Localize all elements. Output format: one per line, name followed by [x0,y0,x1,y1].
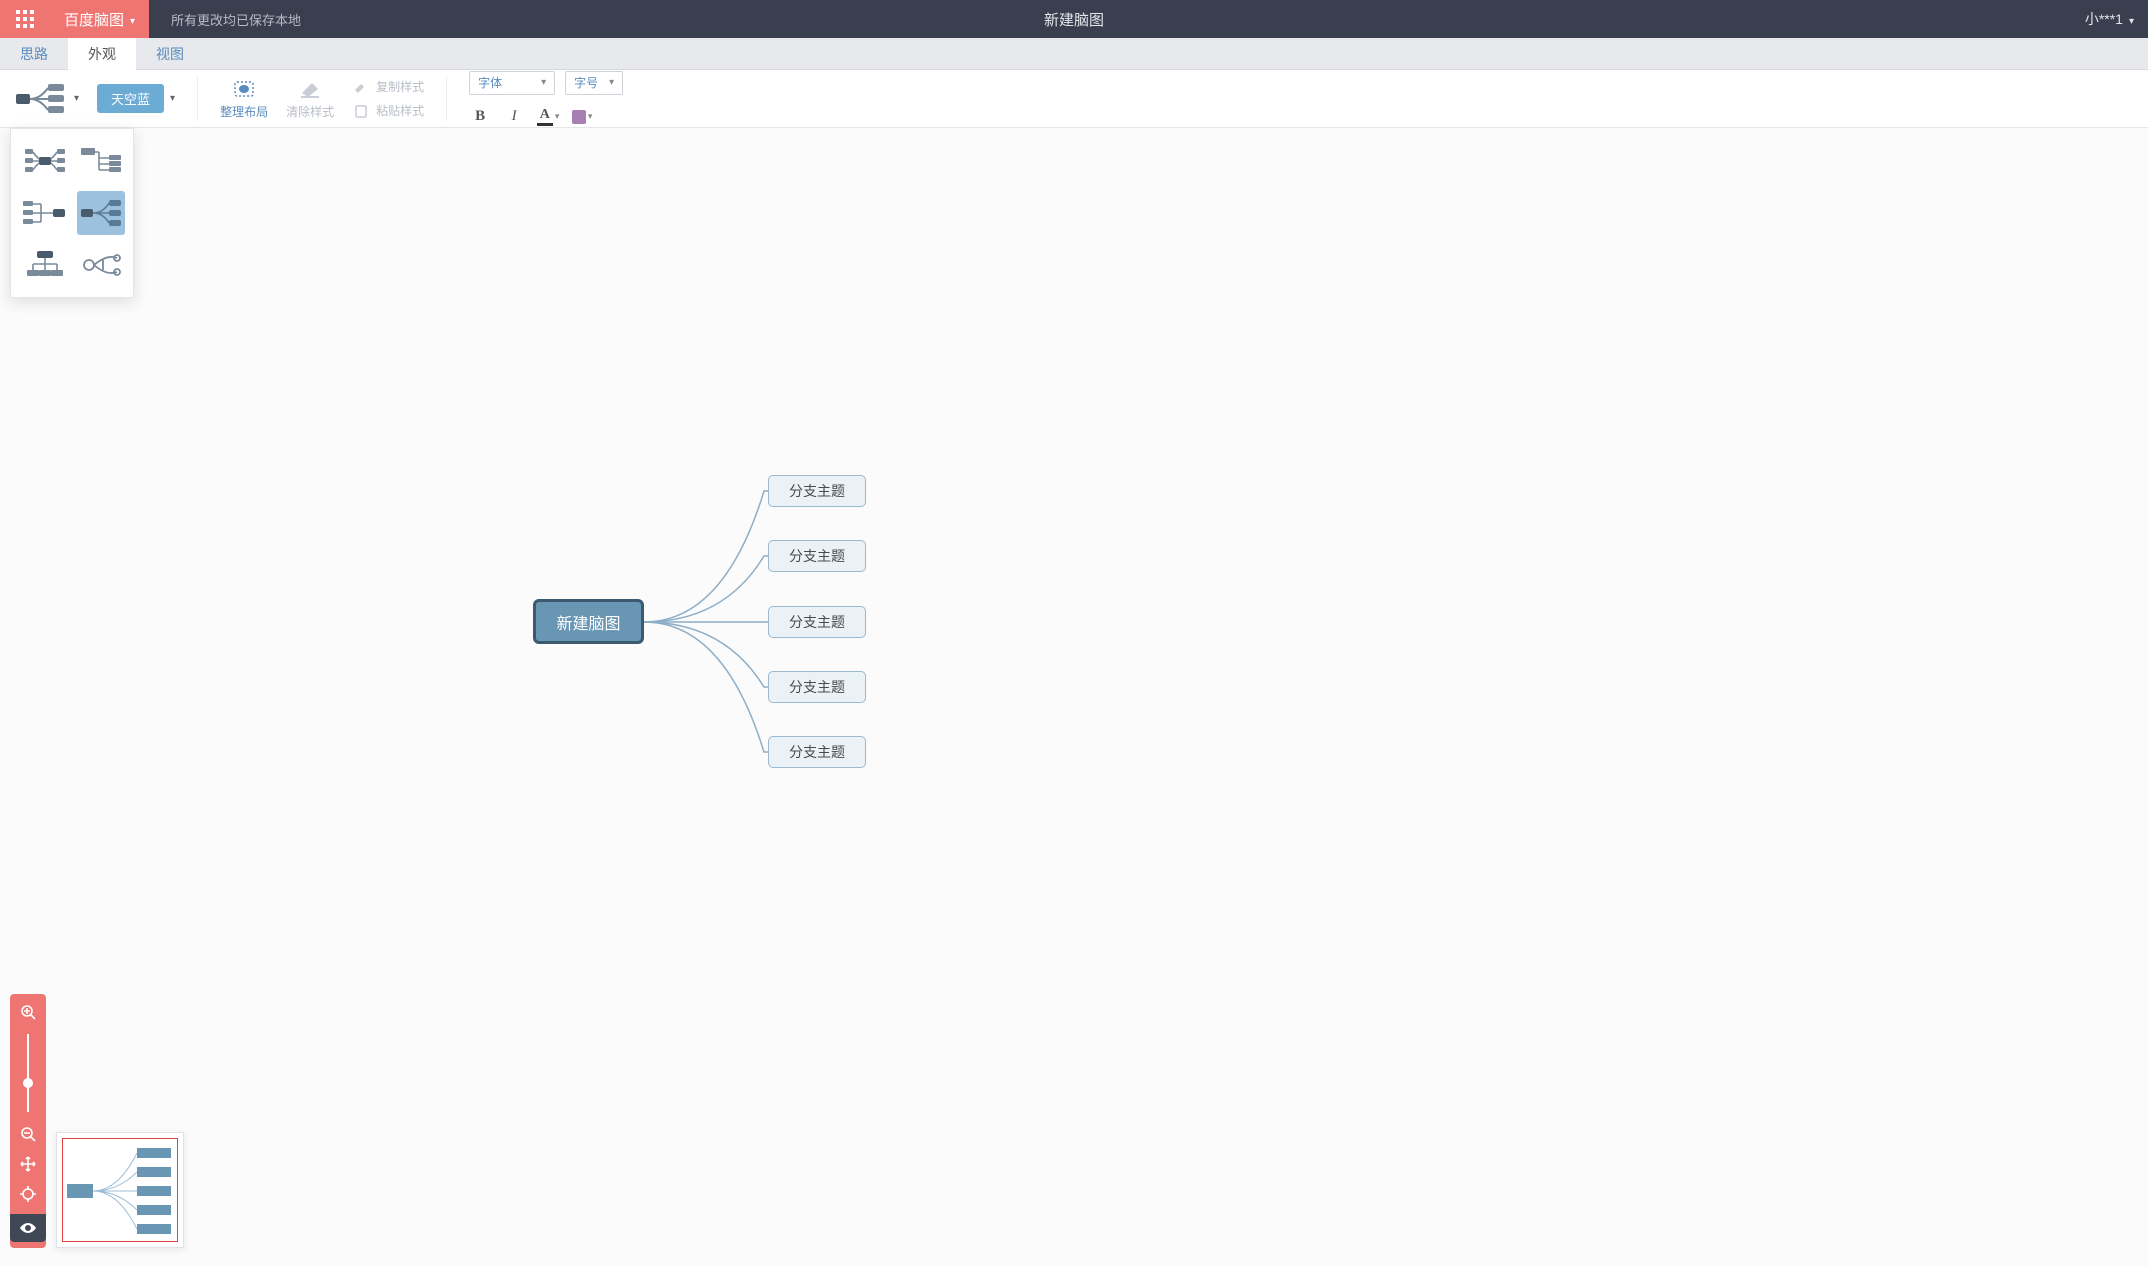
document-title[interactable]: 新建脑图 [1044,9,1104,30]
zoom-panel [10,994,46,1248]
mindmap-child-node[interactable]: 分支主题 [768,606,866,638]
layout-option-logic-right[interactable] [77,191,125,235]
app-menu-button[interactable]: 百度脑图 [50,0,149,38]
app-name-label: 百度脑图 [64,9,124,30]
save-status-label: 所有更改均已保存本地 [149,10,323,29]
zoom-thumb[interactable] [23,1078,33,1088]
italic-button[interactable]: I [503,107,525,127]
layout-option-org-down[interactable] [21,243,69,287]
mindmap-child-node[interactable]: 分支主题 [768,671,866,703]
chevron-down-icon: ▾ [170,93,175,104]
tab-view[interactable]: 视图 [136,38,204,70]
mindmap-child-node[interactable]: 分支主题 [768,736,866,768]
clear-style-button[interactable]: 清除样式 [286,77,334,120]
mindmap-child-node[interactable]: 分支主题 [768,540,866,572]
separator [197,77,198,121]
copy-style-button[interactable]: 复制样式 [352,78,424,96]
tab-bar: 思路 外观 视图 [0,38,2148,70]
apps-grid-button[interactable] [0,0,50,38]
fill-icon [572,110,586,124]
toolbar-appearance: ▾ 天空蓝 ▾ 整理布局 清除样式 复制样式 粘贴样式 字体 [0,70,2148,128]
paste-style-button[interactable]: 粘贴样式 [352,102,424,120]
layout-option-fishbone[interactable] [77,243,125,287]
mindmap-root-node[interactable]: 新建脑图 [533,599,644,644]
zoom-in-button[interactable] [14,1000,42,1024]
arrange-icon [230,77,258,101]
paste-style-label: 粘贴样式 [376,102,424,119]
chevron-down-icon [2129,11,2134,27]
mindmap-canvas[interactable]: 新建脑图 分支主题 分支主题 分支主题 分支主题 分支主题 [0,128,2148,1266]
layout-picker-button[interactable]: ▾ [14,80,79,118]
paste-icon [352,102,370,120]
chevron-down-icon [130,11,135,28]
font-color-button[interactable]: A▾ [537,107,559,127]
minimap-toggle-button[interactable] [10,1214,46,1242]
eraser-icon [296,77,324,101]
layout-option-logic-left[interactable] [21,191,69,235]
layout-option-tree-right[interactable] [77,139,125,183]
zoom-out-button[interactable] [14,1122,42,1146]
pan-button[interactable] [14,1152,42,1176]
theme-label: 天空蓝 [97,84,164,113]
clear-style-label: 清除样式 [286,103,334,120]
font-family-select[interactable]: 字体 [469,71,555,95]
chevron-down-icon [541,77,546,88]
minimap-viewport[interactable] [62,1138,178,1242]
brush-icon [352,78,370,96]
locate-button[interactable] [14,1182,42,1206]
size-label: 字号 [574,74,598,91]
copy-style-label: 复制样式 [376,78,424,95]
separator [446,77,447,121]
layout-dropdown-panel [10,128,134,298]
theme-picker-button[interactable]: 天空蓝 ▾ [97,84,175,113]
username-label: 小***1 [2085,9,2123,29]
minimap[interactable] [56,1132,184,1248]
background-color-button[interactable]: ▾ [571,107,593,127]
zoom-slider[interactable] [27,1034,29,1112]
font-size-select[interactable]: 字号 [565,71,623,95]
arrange-layout-button[interactable]: 整理布局 [220,77,268,120]
user-menu-button[interactable]: 小***1 [2071,9,2148,29]
mindmap-child-node[interactable]: 分支主题 [768,475,866,507]
layout-option-bidirectional[interactable] [21,139,69,183]
chevron-down-icon [609,77,614,88]
chevron-down-icon: ▾ [74,93,79,104]
font-label: 字体 [478,74,502,91]
tab-idea[interactable]: 思路 [0,38,68,70]
tab-appearance[interactable]: 外观 [68,38,136,70]
arrange-label: 整理布局 [220,103,268,120]
bold-button[interactable]: B [469,107,491,127]
